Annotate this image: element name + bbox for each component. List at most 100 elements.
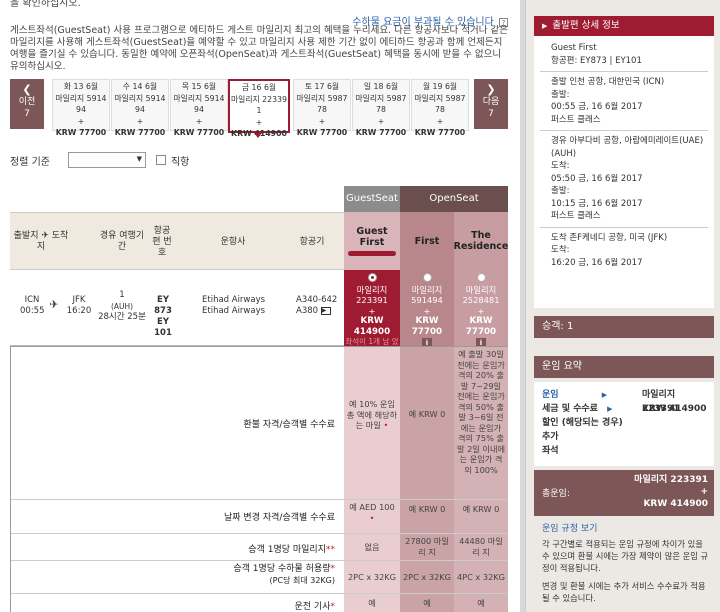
caret-right-icon[interactable]: ▶ (602, 391, 607, 399)
change-label: 날짜 변경 자격/승객별 수수료 (224, 513, 335, 523)
chauffeur-label: 운전 기사* (11, 599, 341, 612)
date-option[interactable]: 화 13 6월 마일리지 5914 94 + KRW 77700 (52, 79, 110, 137)
flight-label: 항공편: EY873 | EY101 (551, 55, 642, 66)
sort-label: 정렬 기준 (10, 156, 50, 168)
col-dep-arr: 출발지 ✈ 도착지 (13, 231, 69, 252)
duration: 28시간 25분 (98, 312, 146, 322)
arr-time: 16:20 금, 16 6월 2017 (551, 257, 643, 268)
fare-summary: 운임 ▶ 마일리지 223391 세금 및 수수료 ▶ KRW 414900 할… (534, 382, 714, 466)
top-cut-text: 을 확인하십시오. (10, 0, 81, 9)
prev-dates-button[interactable]: ❮ 이전 7 (10, 79, 44, 129)
intro-text: 게스트좌석(GuestSeat) 사용 프로그램으로 에티하드 게스트 마일리지… (10, 25, 509, 72)
required-marker: * (330, 602, 336, 612)
divider (540, 71, 708, 72)
aircraft-1: A340-642 (296, 295, 338, 305)
date-label: 금 16 6월 (241, 83, 277, 92)
chauffeur-first: 예 (423, 598, 431, 608)
flight-numbers: EY 873 EY 101 (148, 295, 178, 339)
fare-row: 운임 ▶ 마일리지 223391 (534, 388, 714, 414)
baggage-label: 승객 1명당 수하물 허용량* (PC당 최대 32KG) (11, 564, 341, 586)
sort-select[interactable] (67, 152, 146, 168)
origin-code: ICN (24, 295, 40, 305)
change-gf-text: 예 AED 100 (349, 502, 395, 512)
discount-label: 할인 (해당되는 경우) (542, 418, 623, 428)
fare-radio-selected[interactable] (367, 273, 377, 282)
booking-sidebar: ▶ 출발편 상세 정보 Guest First 항공편: EY873 | EY10… (525, 0, 720, 612)
origin: ICN 00:55 (20, 295, 45, 317)
arr-time: 16:20 (66, 306, 92, 316)
chauffeur-guest-first: 예 (368, 598, 376, 608)
dep-time: 00:55 (20, 306, 45, 316)
baggage-row: 승객 1명당 수하물 허용량* (PC당 최대 32KG) 2PC x 32KG… (11, 561, 507, 594)
selected-cabin-indicator (348, 251, 396, 256)
next-dates-button[interactable]: ❯ 다음 7 (474, 79, 508, 129)
fare-radio[interactable] (422, 273, 432, 282)
date-price: KRW 77700 (114, 128, 166, 137)
guest-first-label: Guest First (356, 226, 388, 248)
baggage-residence: 4PC x 32KG (456, 572, 506, 582)
required-marker: ** (326, 545, 335, 555)
flight-results-panel: 을 확인하십시오. 수하물 요금이 부과될 수 있습니다 ? 게스트좌석(Gue… (0, 0, 520, 612)
tax-label[interactable]: 세금 및 수수료 (542, 404, 598, 414)
prev-count: 7 (24, 109, 30, 119)
required-marker: • (369, 512, 375, 523)
chevron-right-icon: ❯ (486, 83, 496, 96)
fare-first[interactable]: 마일리지 591494 + KRW 77700 i (400, 270, 454, 348)
video-icon[interactable]: ▶ (320, 306, 331, 315)
date-option-selected[interactable]: 금 16 6월 마일리지 22339 1 + KRW 414900 (228, 79, 290, 138)
fare-label[interactable]: 운임 (542, 390, 559, 400)
date-label: 월 19 6월 (422, 82, 458, 91)
miles-row: 승객 1명당 마일리지** 없음 27800 마일리 지 44480 마일리 지 (11, 534, 507, 561)
outbound-detail-title: 출발편 상세 정보 (552, 20, 620, 31)
via-airport: 경유 아부다비 공항, 아랍에미레이트(UAE) (AUH) (551, 136, 704, 159)
fare-plus: + (368, 305, 376, 316)
refund-first: 예 KRW 0 (408, 409, 446, 419)
date-price: KRW 77700 (173, 128, 225, 137)
col-residence[interactable]: The Residence (454, 212, 508, 270)
dep-time: 00:55 금, 16 6월 2017 (551, 102, 643, 112)
date-miles: 마일리지 5914 (114, 93, 166, 103)
fare-radio[interactable] (476, 273, 486, 282)
date-option[interactable]: 수 14 6월 마일리지 5914 94 + KRW 77700 (111, 79, 169, 137)
date-label: 화 13 6월 (63, 82, 99, 91)
passenger-count: 승객: 1 (534, 316, 714, 338)
fare-summary-header: 운임 요약 (534, 356, 714, 378)
date-miles: 마일리지 5987 (355, 93, 407, 103)
fare-krw: KRW 414900 (353, 316, 391, 337)
date-option[interactable]: 토 17 6월 마일리지 5987 78 + KRW 77700 (293, 79, 351, 137)
change-guest-first: 예 AED 100 • (346, 502, 398, 523)
outbound-detail-header[interactable]: ▶ 출발편 상세 정보 (534, 16, 714, 36)
change-residence: 예 KRW 0 (462, 504, 500, 514)
stops: 1 (119, 290, 125, 300)
miles-guest-first: 없음 (364, 542, 380, 552)
fare-miles: 마일리지 223391 (356, 284, 388, 306)
total-miles: 마일리지 223391 (634, 475, 708, 485)
date-plus: + (255, 117, 263, 127)
flight-row[interactable]: ICN 00:55 ✈ JFK 16:20 1 (AUH) 28시간 25분 E… (10, 270, 508, 357)
date-option[interactable]: 목 15 6월 마일리지 5914 94 + KRW 77700 (170, 79, 228, 137)
direct-checkbox[interactable] (155, 155, 166, 165)
col-first[interactable]: First (400, 212, 454, 270)
dest-code: JFK (72, 295, 86, 305)
date-miles: 마일리지 5987 (414, 93, 466, 103)
date-plus: + (377, 116, 385, 126)
miles-label: 승객 1명당 마일리지** (11, 542, 341, 555)
fare-residence[interactable]: 마일리지 2528481 + KRW 77700 i (454, 270, 508, 348)
date-price: KRW 77700 (55, 128, 107, 137)
fare-guest-first[interactable]: 마일리지 223391 + KRW 414900 좌석이 1개 남 았습니다 (344, 270, 400, 357)
total-krw: KRW 414900 (643, 499, 708, 509)
direct-label[interactable]: 직항 (171, 153, 189, 168)
caret-right-icon[interactable]: ▶ (607, 405, 612, 413)
miles-first: 27800 마일리 지 (405, 536, 449, 557)
date-option[interactable]: 일 18 6월 마일리지 5987 78 + KRW 77700 (352, 79, 410, 137)
change-row: 날짜 변경 자격/승객별 수수료 예 AED 100 • 예 KRW 0 예 K… (11, 500, 507, 534)
date-price: KRW 77700 (296, 128, 348, 137)
refund-label: 환불 자격/승객별 수수료 (243, 420, 335, 430)
cabin-name: Guest First (551, 43, 597, 53)
date-num: 1 (256, 106, 262, 115)
fare-rules-link[interactable]: 운임 규정 보기 (542, 521, 712, 534)
date-option[interactable]: 월 19 6월 마일리지 5987 78 + KRW 77700 (411, 79, 469, 137)
dep-label: 출발: (551, 89, 570, 100)
date-price: KRW 414900 (231, 129, 287, 138)
col-guest-first[interactable]: Guest First (344, 212, 400, 270)
